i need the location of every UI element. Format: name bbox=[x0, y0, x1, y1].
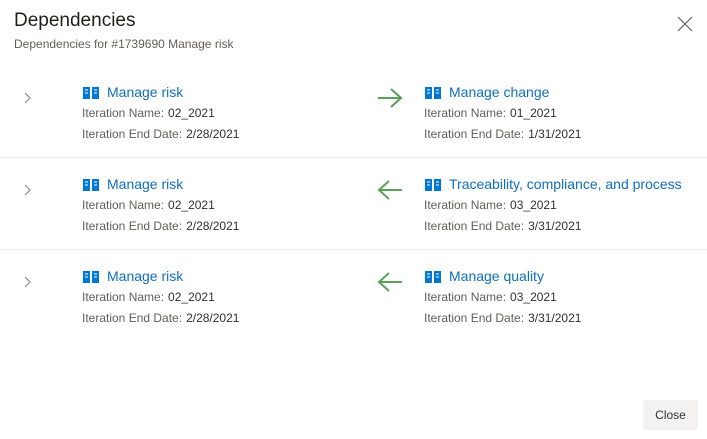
work-item-title: Manage quality bbox=[449, 268, 544, 284]
book-icon bbox=[425, 178, 441, 191]
chevron-right-icon[interactable] bbox=[20, 274, 36, 290]
dependency-row: Manage risk Iteration Name: 02_2021 Itera… bbox=[0, 250, 707, 341]
close-icon[interactable] bbox=[673, 12, 697, 36]
iteration-end-date-label: Iteration End Date: bbox=[424, 311, 525, 325]
arrow-right-icon bbox=[376, 86, 404, 110]
successor-title-link[interactable]: Traceability, compliance, and process bbox=[424, 174, 699, 194]
iteration-end-date-label: Iteration End Date: bbox=[424, 219, 525, 233]
chevron-right-icon[interactable] bbox=[20, 182, 36, 198]
iteration-name-label: Iteration Name: bbox=[82, 198, 165, 212]
iteration-end-date-value: 3/31/2021 bbox=[528, 311, 582, 325]
predecessor-title-link[interactable]: Manage risk bbox=[82, 266, 239, 286]
iteration-name-label: Iteration Name: bbox=[424, 106, 507, 120]
dialog-subtitle: Dependencies for #1739690 Manage risk bbox=[14, 37, 234, 51]
book-icon bbox=[83, 270, 99, 283]
iteration-end-date-label: Iteration End Date: bbox=[82, 127, 183, 141]
successor-title-link[interactable]: Manage change bbox=[424, 82, 699, 102]
iteration-end-date-value: 1/31/2021 bbox=[528, 127, 582, 141]
iteration-name-value: 03_2021 bbox=[510, 290, 557, 304]
close-button[interactable]: Close bbox=[643, 400, 698, 430]
iteration-name-value: 02_2021 bbox=[168, 106, 215, 120]
successor-item: Traceability, compliance, and process It… bbox=[424, 174, 699, 236]
iteration-end-date-value: 2/28/2021 bbox=[186, 127, 240, 141]
arrow-left-icon bbox=[376, 270, 404, 294]
arrow-left-icon bbox=[376, 178, 404, 202]
predecessor-title-link[interactable]: Manage risk bbox=[82, 174, 239, 194]
iteration-name-value: 02_2021 bbox=[168, 290, 215, 304]
chevron-right-icon[interactable] bbox=[20, 90, 36, 106]
successor-title-link[interactable]: Manage quality bbox=[424, 266, 699, 286]
iteration-name-label: Iteration Name: bbox=[424, 198, 507, 212]
predecessor-title-link[interactable]: Manage risk bbox=[82, 82, 239, 102]
work-item-title: Manage change bbox=[449, 84, 550, 100]
work-item-title: Traceability, compliance, and process bbox=[449, 176, 682, 192]
iteration-end-date-label: Iteration End Date: bbox=[82, 219, 183, 233]
successor-item: Manage quality Iteration Name: 03_2021 It… bbox=[424, 266, 699, 328]
predecessor-item: Manage risk Iteration Name: 02_2021 Itera… bbox=[82, 266, 239, 328]
work-item-title: Manage risk bbox=[107, 268, 184, 284]
iteration-name-label: Iteration Name: bbox=[82, 106, 165, 120]
book-icon bbox=[425, 270, 441, 283]
dialog-title: Dependencies bbox=[14, 10, 136, 31]
book-icon bbox=[83, 86, 99, 99]
iteration-end-date-label: Iteration End Date: bbox=[424, 127, 525, 141]
successor-item: Manage change Iteration Name: 01_2021 Ite… bbox=[424, 82, 699, 144]
dependency-row: Manage risk Iteration Name: 02_2021 Itera… bbox=[0, 66, 707, 158]
iteration-name-value: 03_2021 bbox=[510, 198, 557, 212]
dependency-list: Manage risk Iteration Name: 02_2021 Itera… bbox=[0, 66, 707, 341]
iteration-end-date-value: 2/28/2021 bbox=[186, 219, 240, 233]
book-icon bbox=[425, 86, 441, 99]
predecessor-item: Manage risk Iteration Name: 02_2021 Itera… bbox=[82, 174, 239, 236]
dependency-row: Manage risk Iteration Name: 02_2021 Itera… bbox=[0, 158, 707, 250]
iteration-end-date-value: 2/28/2021 bbox=[186, 311, 240, 325]
dependencies-dialog: Dependencies Dependencies for #1739690 M… bbox=[0, 0, 707, 439]
book-icon bbox=[83, 178, 99, 191]
iteration-name-value: 01_2021 bbox=[510, 106, 557, 120]
iteration-name-value: 02_2021 bbox=[168, 198, 215, 212]
work-item-title: Manage risk bbox=[107, 84, 184, 100]
work-item-title: Manage risk bbox=[107, 176, 184, 192]
iteration-name-label: Iteration Name: bbox=[82, 290, 165, 304]
iteration-end-date-label: Iteration End Date: bbox=[82, 311, 183, 325]
predecessor-item: Manage risk Iteration Name: 02_2021 Itera… bbox=[82, 82, 239, 144]
iteration-end-date-value: 3/31/2021 bbox=[528, 219, 582, 233]
iteration-name-label: Iteration Name: bbox=[424, 290, 507, 304]
